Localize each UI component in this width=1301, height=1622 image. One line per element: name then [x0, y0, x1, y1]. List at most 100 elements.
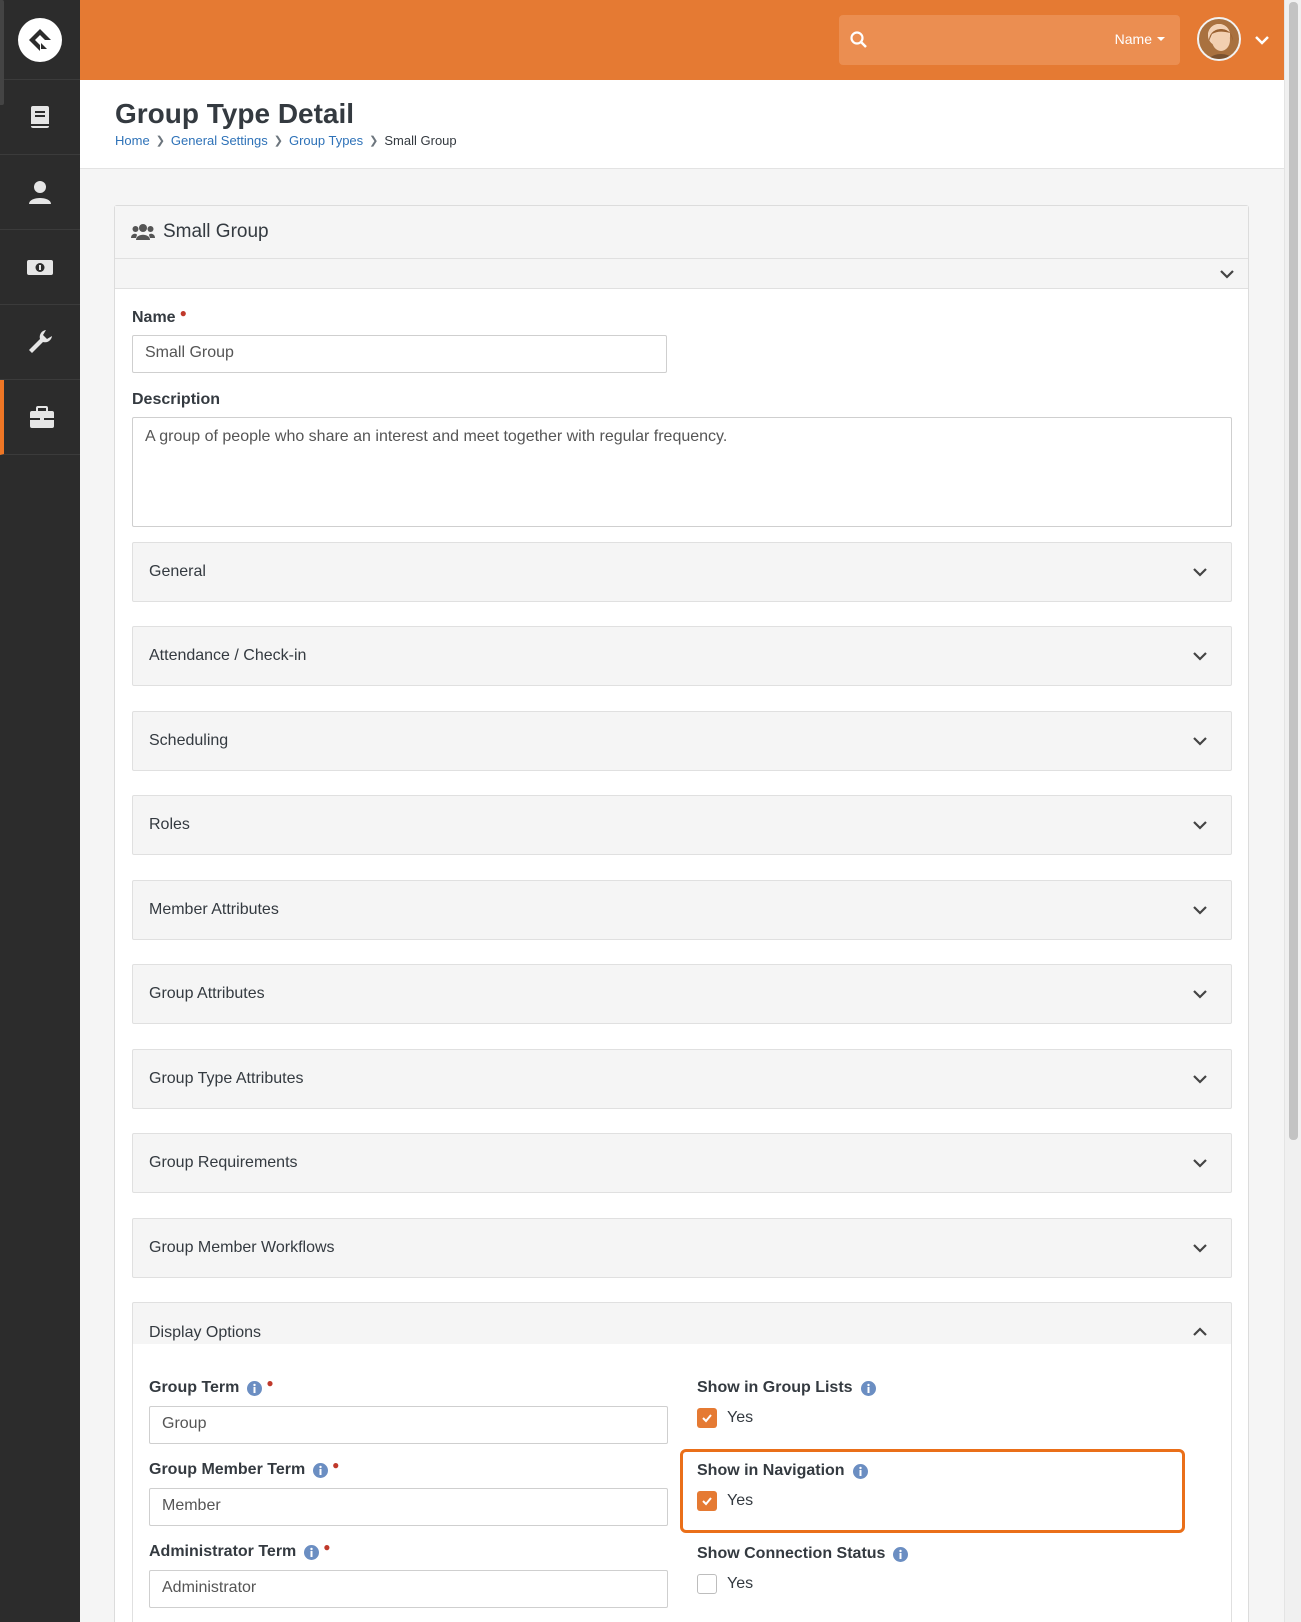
show-in-group-lists-checkbox[interactable] [697, 1408, 717, 1428]
search-filter-dropdown[interactable]: Name [1115, 31, 1166, 47]
section-group-requirements[interactable]: Group Requirements [132, 1133, 1232, 1193]
group-term-field[interactable]: Group [149, 1406, 668, 1444]
show-in-navigation-label-row: Show in Navigation [697, 1462, 868, 1480]
breadcrumb-current: Small Group [384, 133, 457, 148]
briefcase-icon [30, 406, 54, 428]
info-icon[interactable] [852, 1463, 868, 1479]
show-in-group-lists-yes-label: Yes [727, 1409, 754, 1426]
section-label: Group Attributes [149, 985, 265, 1002]
check-icon [702, 1414, 712, 1423]
chevron-down-icon [1220, 270, 1234, 279]
group-term-label: Group Term [149, 1379, 240, 1396]
administrator-term-label-row: Administrator Term ● [149, 1540, 331, 1561]
nav-admin-button[interactable] [0, 380, 80, 455]
top-bar: Name [80, 0, 1284, 80]
section-member-attributes[interactable]: Member Attributes [132, 880, 1232, 940]
section-scheduling[interactable]: Scheduling [132, 711, 1232, 771]
description-label-row: Description [132, 391, 220, 409]
show-in-group-lists-label: Show in Group Lists [697, 1379, 853, 1396]
chevron-down-icon [1193, 1075, 1207, 1084]
section-label: Scheduling [149, 732, 229, 749]
person-icon [29, 181, 51, 204]
group-member-term-label: Group Member Term [149, 1461, 306, 1478]
show-connection-status-yes-label: Yes [727, 1575, 754, 1592]
required-indicator: ● [179, 306, 187, 320]
show-in-navigation-checkbox[interactable] [697, 1491, 717, 1511]
section-label: Attendance / Check-in [149, 647, 307, 664]
section-label: General [149, 563, 206, 580]
info-icon[interactable] [304, 1544, 320, 1560]
section-group-attributes[interactable]: Group Attributes [132, 964, 1232, 1024]
chevron-down-icon [1193, 1159, 1207, 1168]
section-roles[interactable]: Roles [132, 795, 1232, 855]
section-general[interactable]: General [132, 542, 1232, 602]
show-connection-status-checkbox[interactable] [697, 1574, 717, 1594]
description-label: Description [132, 391, 221, 408]
group-term-label-row: Group Term ● [149, 1376, 274, 1397]
chevron-right-icon: ❯ [273, 135, 283, 147]
name-label: Name [132, 309, 176, 326]
section-group-member-workflows[interactable]: Group Member Workflows [132, 1218, 1232, 1278]
name-field[interactable]: Small Group [132, 335, 667, 373]
info-icon[interactable] [313, 1462, 329, 1478]
description-field[interactable]: A group of people who share an interest … [132, 417, 1232, 527]
administrator-term-field[interactable]: Administrator [149, 1570, 668, 1608]
breadcrumb-home[interactable]: Home [115, 133, 150, 148]
breadcrumb: Home ❯ General Settings ❯ Group Types ❯ … [115, 133, 457, 148]
nav-finance-button[interactable] [0, 230, 80, 305]
section-attendance-checkin[interactable]: Attendance / Check-in [132, 626, 1232, 686]
users-icon [131, 224, 155, 240]
page-header: Group Type Detail Home ❯ General Setting… [80, 80, 1284, 169]
rock-logo-icon [18, 17, 62, 62]
chevron-down-icon [1193, 821, 1207, 830]
info-icon[interactable] [247, 1380, 263, 1396]
required-indicator: ● [332, 1458, 340, 1472]
panel-drawer-toggle[interactable] [115, 259, 1248, 289]
home-logo-button[interactable] [0, 0, 80, 80]
breadcrumb-group-types[interactable]: Group Types [289, 133, 363, 148]
search-icon [850, 31, 867, 48]
administrator-term-label: Administrator Term [149, 1543, 297, 1560]
chevron-down-icon [1193, 1244, 1207, 1253]
show-connection-status-label: Show Connection Status [697, 1545, 886, 1562]
chevron-up-icon [1193, 1327, 1207, 1336]
chevron-right-icon: ❯ [155, 135, 165, 147]
show-connection-status-label-row: Show Connection Status [697, 1545, 909, 1563]
info-icon[interactable] [893, 1546, 909, 1562]
nav-people-button[interactable] [0, 155, 80, 230]
show-in-navigation-label: Show in Navigation [697, 1462, 845, 1479]
required-indicator: ● [266, 1376, 274, 1390]
panel-header: Small Group [115, 206, 1248, 259]
nav-content-button[interactable] [0, 80, 80, 155]
side-navigation [0, 0, 80, 1622]
wrench-icon [29, 330, 52, 353]
show-in-navigation-yes-label: Yes [727, 1492, 754, 1509]
search-input[interactable]: Name [839, 15, 1180, 65]
check-icon [702, 1497, 712, 1506]
chevron-down-icon [1193, 990, 1207, 999]
name-label-row: Name ● [132, 306, 187, 327]
section-group-type-attributes[interactable]: Group Type Attributes [132, 1049, 1232, 1109]
nav-tools-button[interactable] [0, 305, 80, 380]
section-label: Group Requirements [149, 1154, 298, 1171]
chevron-down-icon [1193, 906, 1207, 915]
chevron-down-icon [1193, 652, 1207, 661]
group-member-term-field[interactable]: Member [149, 1488, 668, 1526]
scrollbar[interactable] [1284, 0, 1301, 1622]
chevron-down-icon[interactable] [1252, 30, 1272, 50]
caret-down-icon [1157, 37, 1165, 41]
search-filter-label: Name [1114, 31, 1152, 47]
breadcrumb-general-settings[interactable]: General Settings [171, 133, 268, 148]
group-member-term-label-row: Group Member Term ● [149, 1458, 340, 1479]
required-indicator: ● [323, 1540, 331, 1554]
info-icon[interactable] [860, 1380, 876, 1396]
show-in-group-lists-label-row: Show in Group Lists [697, 1379, 876, 1397]
avatar[interactable] [1197, 17, 1241, 61]
panel-title: Small Group [163, 221, 269, 242]
section-label: Roles [149, 816, 190, 833]
section-label: Display Options [149, 1323, 262, 1341]
section-label: Group Type Attributes [149, 1070, 304, 1087]
chevron-right-icon: ❯ [369, 135, 379, 147]
scrollbar-thumb[interactable] [1289, 2, 1298, 1140]
page-title: Group Type Detail [115, 98, 355, 129]
